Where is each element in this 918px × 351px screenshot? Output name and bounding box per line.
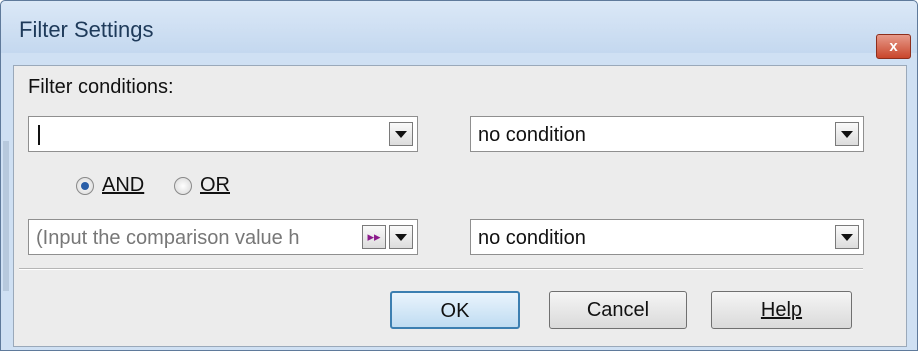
chevron-down-icon[interactable] [389,225,413,249]
condition-combo-2[interactable]: no condition [470,219,864,255]
window-frame-edge [3,141,9,291]
value-combo-2-placeholder: (Input the comparison value h [36,227,300,249]
or-radio[interactable] [174,177,192,195]
condition-combo-1-text: no condition [478,124,586,146]
dialog-title: Filter Settings [19,17,154,42]
close-button[interactable]: x [876,34,911,59]
and-label[interactable]: AND [102,174,144,197]
insert-value-button[interactable]: ▸▸ [362,225,386,249]
value-combo-1[interactable] [28,116,418,152]
or-label-text: OR [200,174,230,196]
separator [19,268,863,270]
title-bar: Filter Settings x [1,1,917,59]
filter-conditions-label: Filter conditions: [28,76,174,98]
value-combo-2[interactable]: (Input the comparison value h ▸▸ [28,219,418,255]
and-label-text: AND [102,174,145,196]
or-label[interactable]: OR [200,174,230,197]
chevron-down-icon[interactable] [389,122,413,146]
fast-forward-icon: ▸▸ [367,229,381,244]
and-radio[interactable] [76,177,94,195]
ok-button[interactable]: OK [390,291,520,329]
chevron-down-icon[interactable] [835,225,859,249]
filter-settings-dialog: Filter Settings x Filter conditions: no … [0,0,918,351]
condition-combo-1[interactable]: no condition [470,116,864,152]
close-icon: x [889,38,898,55]
help-button-label: Help [760,299,803,321]
text-caret [38,125,40,145]
help-button[interactable]: Help [711,291,852,329]
condition-combo-2-text: no condition [478,227,586,249]
chevron-down-icon[interactable] [835,122,859,146]
cancel-button[interactable]: Cancel [549,291,687,329]
